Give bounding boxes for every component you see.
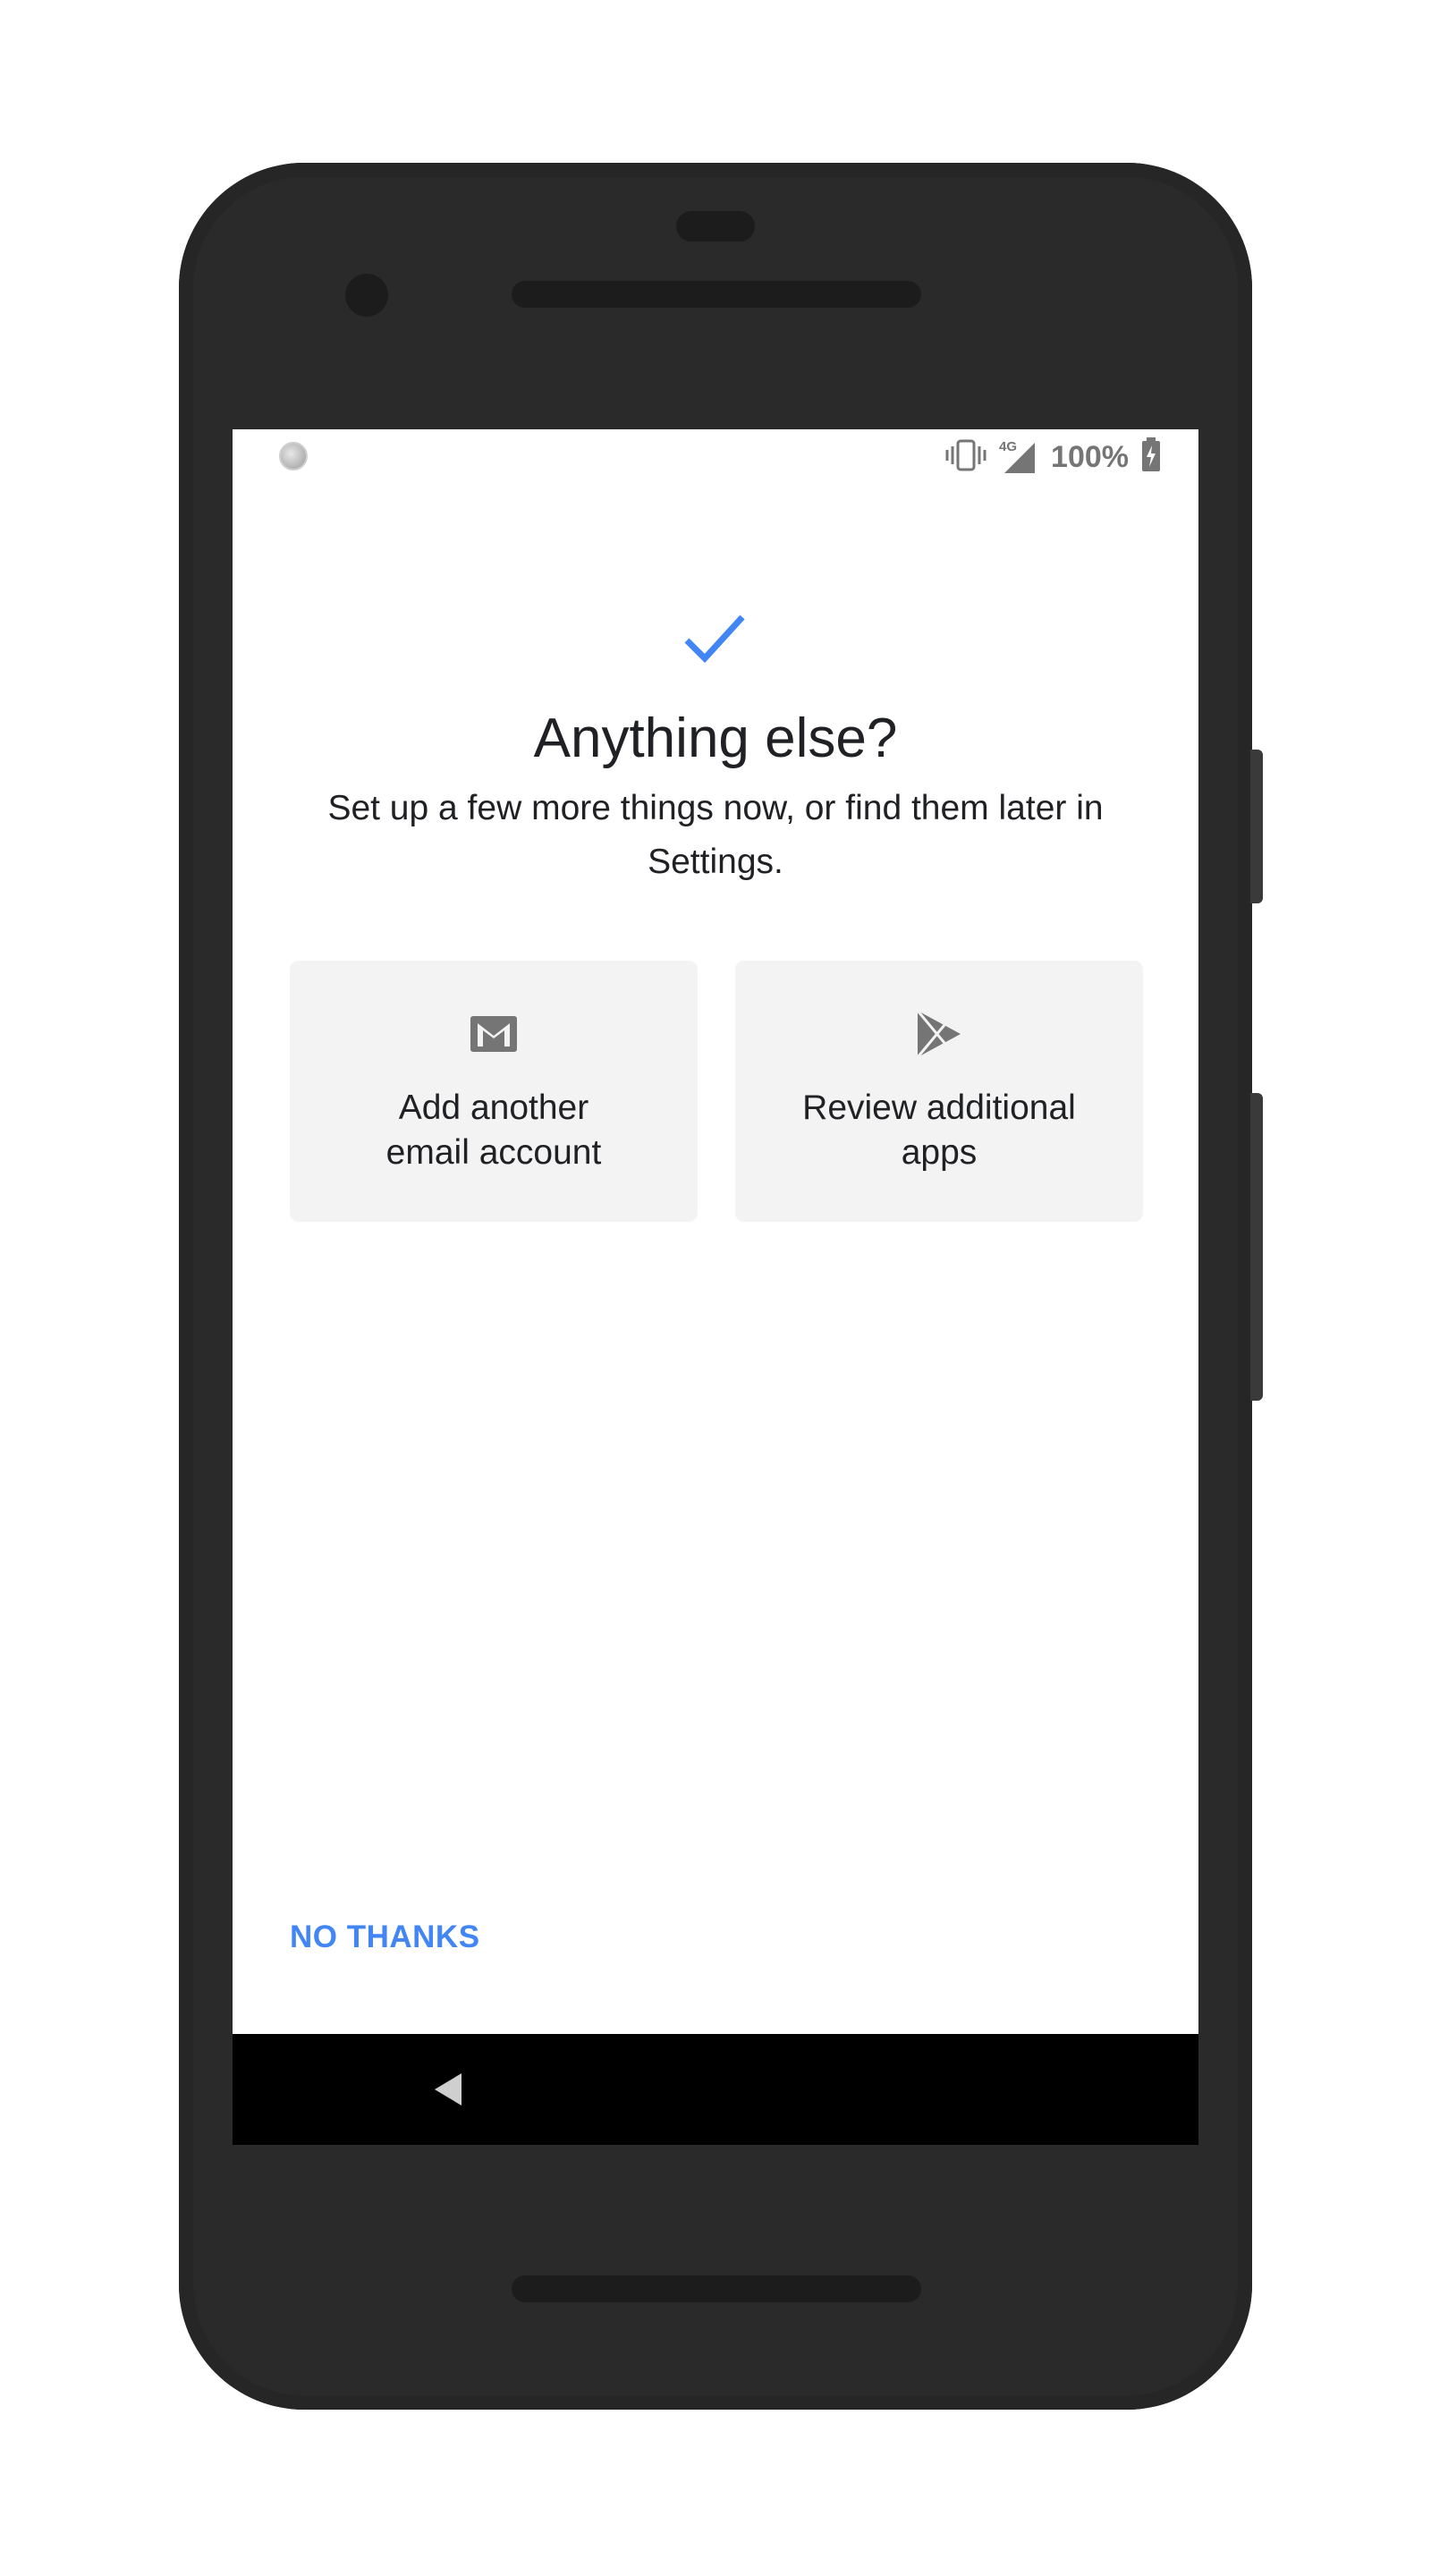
navigation-bar: [233, 2034, 1198, 2145]
battery-charging-icon: [1141, 436, 1161, 478]
front-camera: [345, 274, 388, 317]
top-speaker-grille: [512, 281, 921, 308]
add-email-account-label: Add another email account: [385, 1089, 602, 1172]
status-bar: 4G 100%: [233, 429, 1198, 485]
power-button: [1250, 750, 1263, 903]
signal-icon: 4G: [999, 439, 1038, 475]
screen: 4G 100% Anything else? Set up a few more…: [233, 429, 1198, 2145]
add-email-account-card[interactable]: Add another email account: [290, 961, 698, 1222]
review-apps-card[interactable]: Review additional apps: [735, 961, 1143, 1222]
play-store-icon: [914, 1009, 964, 1059]
gmail-icon: [469, 1009, 519, 1059]
page-title: Anything else?: [533, 708, 898, 769]
review-apps-label: Review additional apps: [802, 1089, 1076, 1172]
no-thanks-button[interactable]: NO THANKS: [290, 1919, 480, 1955]
earpiece: [676, 211, 755, 242]
check-icon: [680, 608, 751, 671]
volume-button: [1250, 1093, 1263, 1401]
back-triangle-icon[interactable]: [429, 2070, 469, 2109]
vibrate-icon: [945, 437, 986, 478]
status-icons: 4G 100%: [945, 436, 1161, 478]
page-subtitle: Set up a few more things now, or find th…: [327, 789, 1104, 881]
bottom-speaker-grille: [512, 2275, 921, 2302]
notification-dot-icon: [279, 442, 308, 470]
battery-percentage: 100%: [1051, 439, 1129, 474]
